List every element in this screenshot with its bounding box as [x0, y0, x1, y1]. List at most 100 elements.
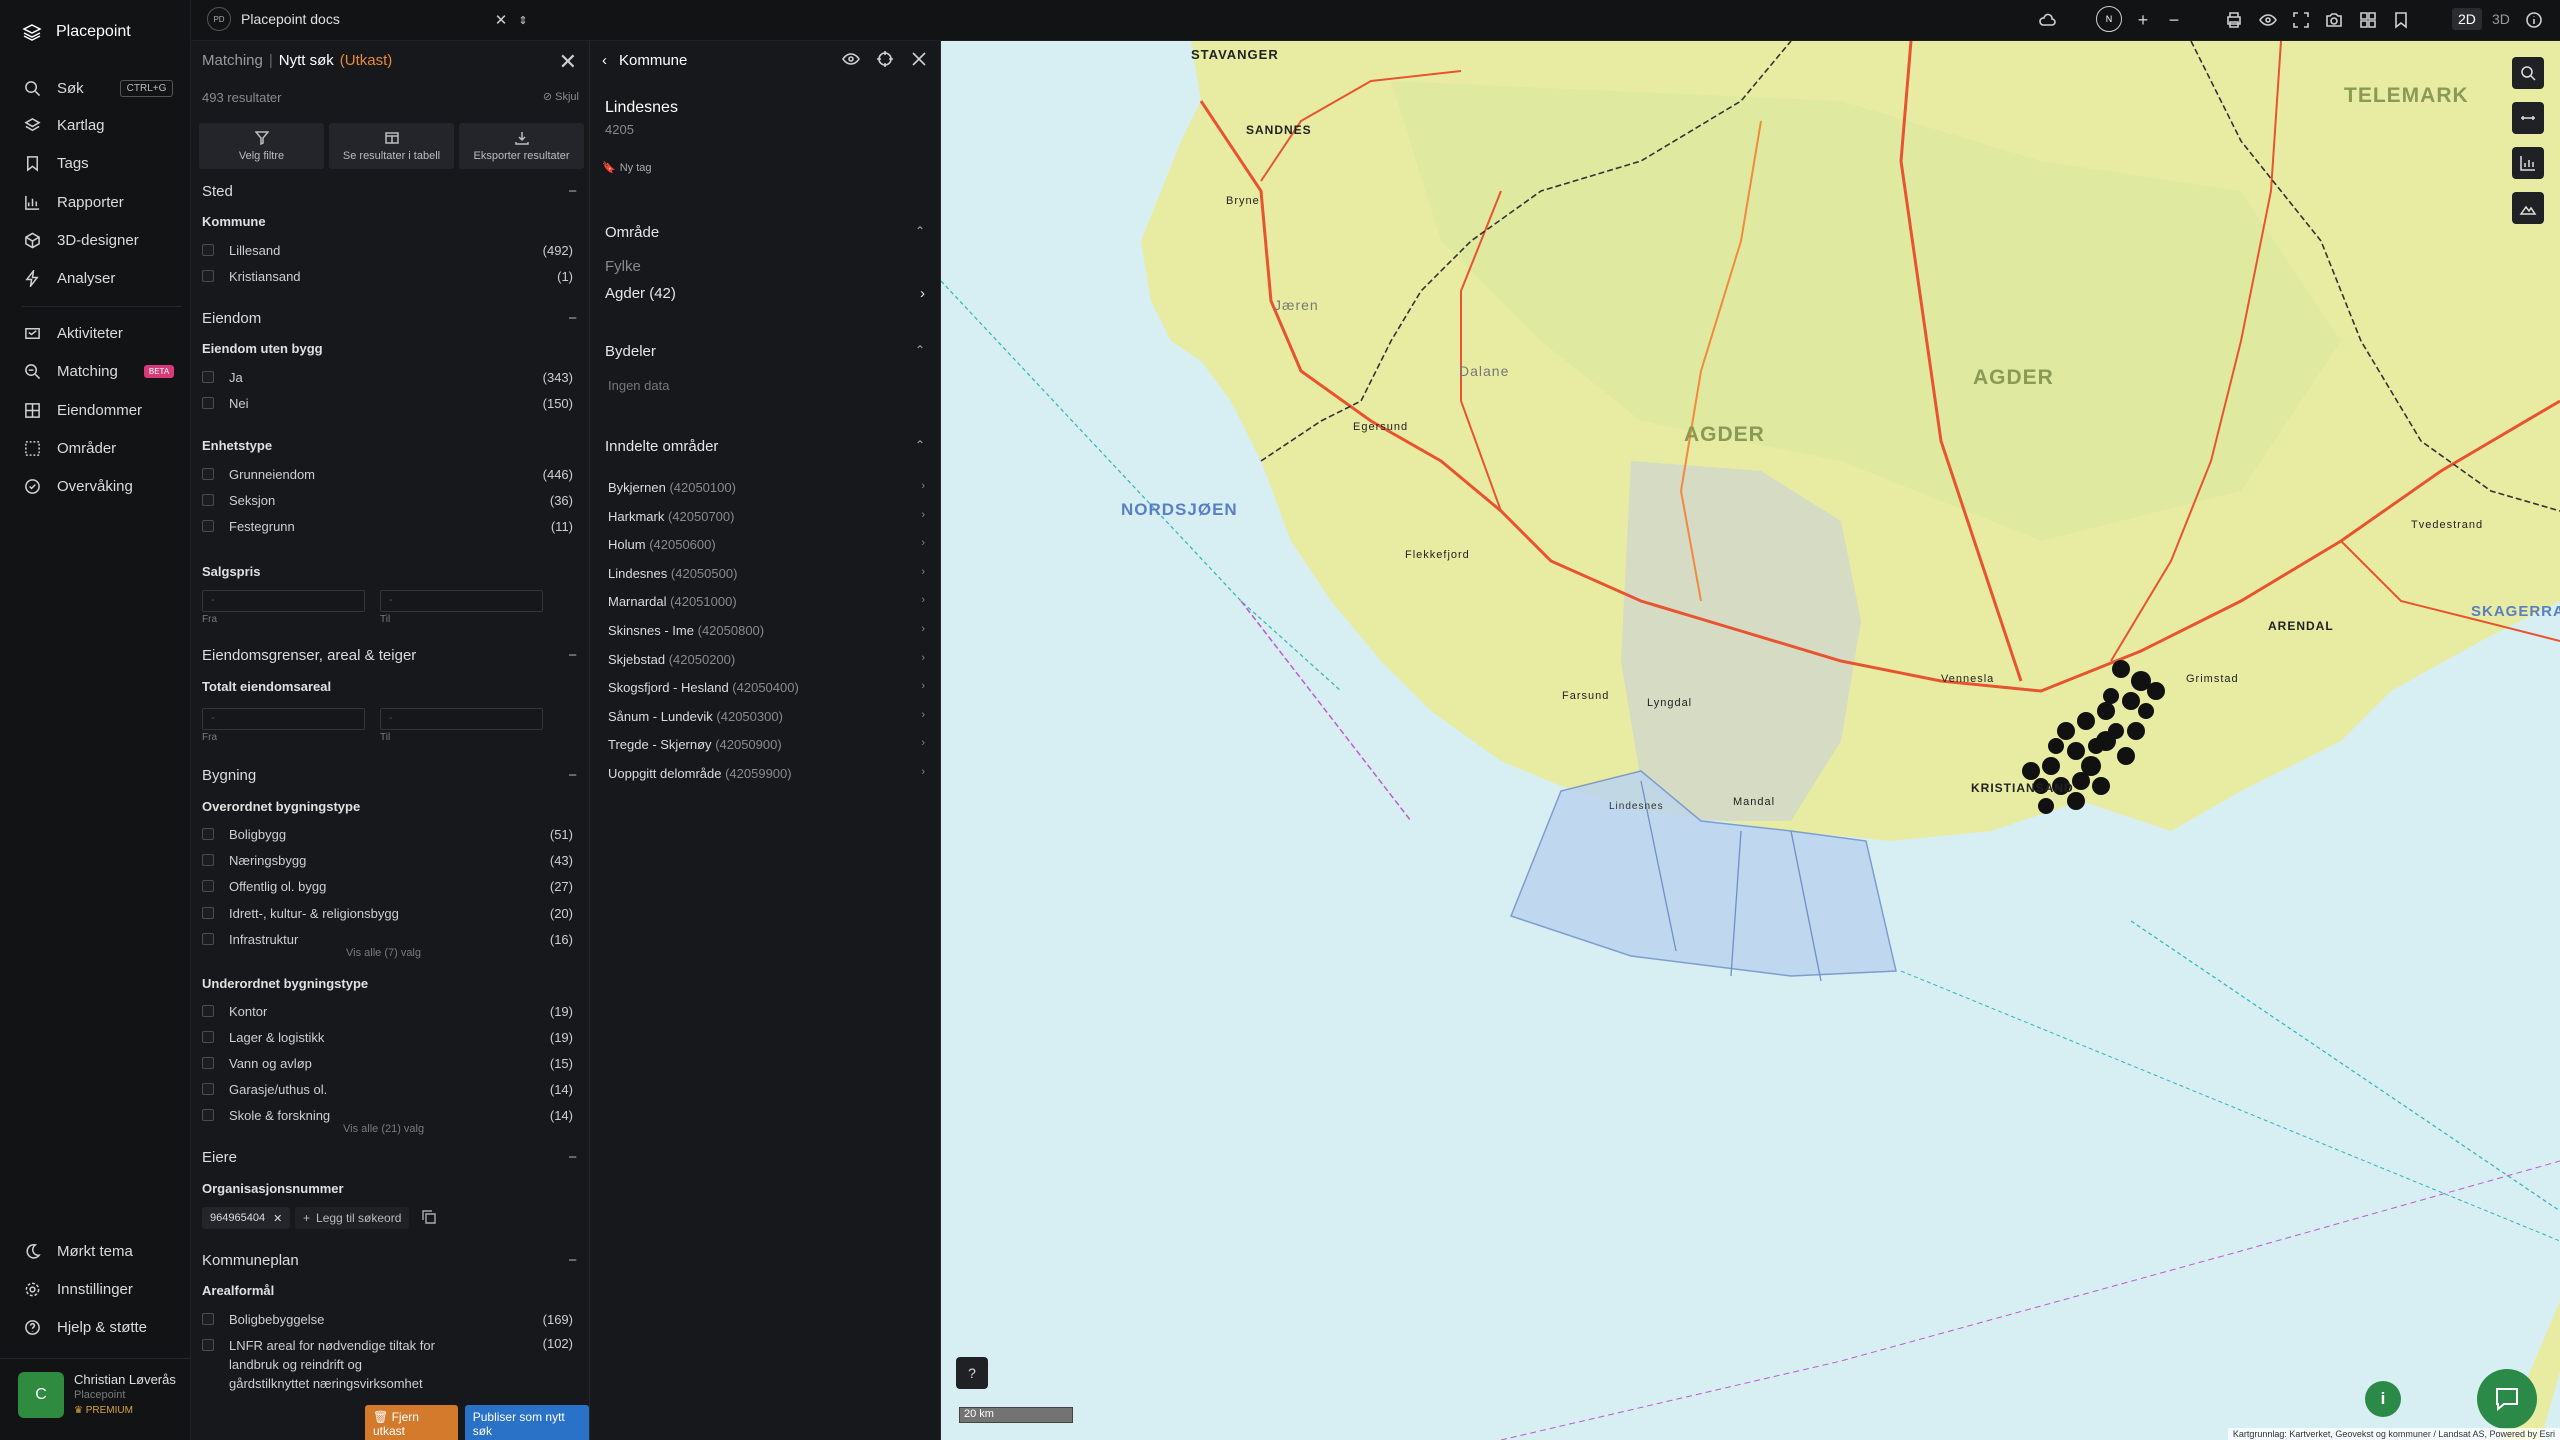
- list-item[interactable]: LNFR areal for nødvendige tiltak for lan…: [202, 1336, 573, 1396]
- section-eiendom[interactable]: Eiendom −: [202, 310, 577, 327]
- list-item[interactable]: Idrett-, kultur- & religionsbygg (20): [202, 904, 573, 922]
- checkbox[interactable]: [202, 371, 214, 383]
- collapse-icon[interactable]: −: [568, 1149, 577, 1166]
- new-tag-button[interactable]: 🔖 Ny tag: [602, 161, 652, 175]
- camera-icon[interactable]: [2324, 10, 2344, 30]
- list-item[interactable]: Uoppgitt delområde (42059900) ›: [608, 766, 925, 781]
- checkbox[interactable]: [202, 1083, 214, 1095]
- list-item[interactable]: Tregde - Skjernøy (42050900) ›: [608, 737, 925, 752]
- checkbox[interactable]: [202, 1057, 214, 1069]
- compass-icon[interactable]: N: [2096, 6, 2122, 32]
- section-omrade[interactable]: Område ⌃: [605, 224, 925, 241]
- chat-button[interactable]: [2477, 1369, 2537, 1429]
- area-from-input[interactable]: -: [202, 708, 365, 730]
- nav-item-omrader[interactable]: Områder: [24, 440, 116, 457]
- zoom-out-icon[interactable]: −: [2164, 10, 2184, 30]
- nav-item-rapporter[interactable]: Rapporter: [24, 194, 124, 211]
- nav-item-eiendommer[interactable]: Eiendommer: [24, 402, 142, 419]
- list-item[interactable]: Garasje/uthus ol. (14): [202, 1080, 573, 1098]
- list-item[interactable]: Næringsbygg (43): [202, 851, 573, 869]
- nav-item-overvaking[interactable]: Overvåking: [24, 478, 133, 495]
- checkbox[interactable]: [202, 828, 214, 840]
- list-item[interactable]: Infrastruktur (16): [202, 930, 573, 948]
- show-all-link[interactable]: Vis alle (7) valg: [346, 947, 421, 959]
- checkbox[interactable]: [202, 520, 214, 532]
- nav-item-settings[interactable]: Innstillinger: [24, 1281, 133, 1298]
- checkbox[interactable]: [202, 270, 214, 282]
- remove-draft-button[interactable]: 🗑 Fjern utkast: [365, 1405, 458, 1440]
- chevron-up-icon[interactable]: ⌃: [915, 343, 925, 360]
- zoom-in-icon[interactable]: +: [2133, 10, 2153, 30]
- collapse-icon[interactable]: −: [568, 183, 577, 200]
- fylke-link[interactable]: Agder (42) ›: [605, 285, 925, 302]
- close-icon[interactable]: ✕: [559, 49, 577, 75]
- list-item[interactable]: Bykjernen (42050100) ›: [608, 480, 925, 495]
- collapse-icon[interactable]: −: [568, 647, 577, 664]
- clear-doc-icon[interactable]: ✕: [491, 10, 511, 30]
- list-item[interactable]: Lillesand (492): [202, 241, 573, 259]
- list-item[interactable]: Ja (343): [202, 368, 573, 386]
- chart-button[interactable]: [2512, 147, 2544, 179]
- section-eiere[interactable]: Eiere −: [202, 1149, 577, 1166]
- nav-item-3d-designer[interactable]: 3D-designer: [24, 232, 139, 249]
- nav-item-dark-theme[interactable]: Mørkt tema: [24, 1243, 133, 1260]
- eye-icon[interactable]: [842, 50, 860, 68]
- print-icon[interactable]: [2224, 10, 2244, 30]
- list-item[interactable]: Festegrunn (11): [202, 517, 573, 535]
- elevation-button[interactable]: [2512, 192, 2544, 224]
- section-grenser[interactable]: Eiendomsgrenser, areal & teiger −: [202, 647, 577, 664]
- list-item[interactable]: Skole & forskning (14): [202, 1106, 573, 1124]
- checkbox[interactable]: [202, 244, 214, 256]
- checkbox[interactable]: [202, 1031, 214, 1043]
- checkbox[interactable]: [202, 907, 214, 919]
- crosshair-icon[interactable]: [876, 50, 894, 68]
- copy-icon[interactable]: [421, 1209, 437, 1225]
- export-button[interactable]: Eksporter resultater: [459, 123, 584, 169]
- keyword-chip[interactable]: 964965404 ✕: [202, 1207, 291, 1229]
- list-item[interactable]: Grunneiendom (446): [202, 465, 573, 483]
- app-logo[interactable]: Placepoint: [22, 22, 131, 42]
- hide-toggle[interactable]: ⊘ Skjul: [543, 90, 579, 103]
- checkbox[interactable]: [202, 468, 214, 480]
- nav-item-analyser[interactable]: Analyser: [24, 270, 115, 287]
- checkbox[interactable]: [202, 494, 214, 506]
- collapse-icon[interactable]: −: [568, 310, 577, 327]
- list-item[interactable]: Offentlig ol. bygg (27): [202, 877, 573, 895]
- info-icon[interactable]: [2524, 10, 2544, 30]
- table-view-button[interactable]: Se resultater i tabell: [329, 123, 454, 169]
- mode-3d-button[interactable]: 3D: [2486, 8, 2516, 30]
- list-item[interactable]: Vann og avløp (15): [202, 1054, 573, 1072]
- section-sted[interactable]: Sted −: [202, 183, 577, 200]
- publish-search-button[interactable]: Publiser som nytt søk: [464, 1405, 589, 1440]
- property-clusters[interactable]: [941, 41, 2560, 1440]
- bookmark-icon[interactable]: [2391, 10, 2411, 30]
- nav-item-kartlag[interactable]: Kartlag: [24, 117, 105, 134]
- list-item[interactable]: Nei (150): [202, 394, 573, 412]
- cloud-icon[interactable]: [2037, 10, 2057, 30]
- list-item[interactable]: Lager & logistikk (19): [202, 1028, 573, 1046]
- list-item[interactable]: Holum (42050600) ›: [608, 537, 925, 552]
- list-item[interactable]: Seksjon (36): [202, 491, 573, 509]
- map-canvas[interactable]: AGDER AGDER TELEMARK NORDSJØEN SKAGERRAK…: [941, 41, 2560, 1440]
- checkbox[interactable]: [202, 1339, 214, 1351]
- chevron-updown-icon[interactable]: ⇕: [513, 10, 533, 30]
- help-button[interactable]: ?: [956, 1357, 988, 1389]
- close-icon[interactable]: [910, 50, 928, 68]
- list-item[interactable]: Skinsnes - Ime (42050800) ›: [608, 623, 925, 638]
- document-selector[interactable]: PD Placepoint docs: [207, 7, 340, 31]
- nav-item-aktiviteter[interactable]: Aktiviteter: [24, 325, 123, 342]
- nav-item-tags[interactable]: Tags: [24, 155, 89, 172]
- info-button[interactable]: i: [2365, 1381, 2401, 1417]
- remove-icon[interactable]: ✕: [273, 1212, 282, 1225]
- price-from-input[interactable]: -: [202, 590, 365, 612]
- layer-search-button[interactable]: [2512, 57, 2544, 89]
- section-bygning[interactable]: Bygning −: [202, 767, 577, 784]
- list-item[interactable]: Kontor (19): [202, 1002, 573, 1020]
- user-profile[interactable]: C Christian Løverås Placepoint ♛ PREMIUM: [18, 1372, 176, 1418]
- checkbox[interactable]: [202, 1313, 214, 1325]
- list-item[interactable]: Skjebstad (42050200) ›: [608, 652, 925, 667]
- section-inndelte[interactable]: Inndelte områder ⌃: [605, 438, 925, 455]
- list-item[interactable]: Sånum - Lundevik (42050300) ›: [608, 709, 925, 724]
- chevron-up-icon[interactable]: ⌃: [915, 224, 925, 241]
- measure-button[interactable]: [2512, 102, 2544, 134]
